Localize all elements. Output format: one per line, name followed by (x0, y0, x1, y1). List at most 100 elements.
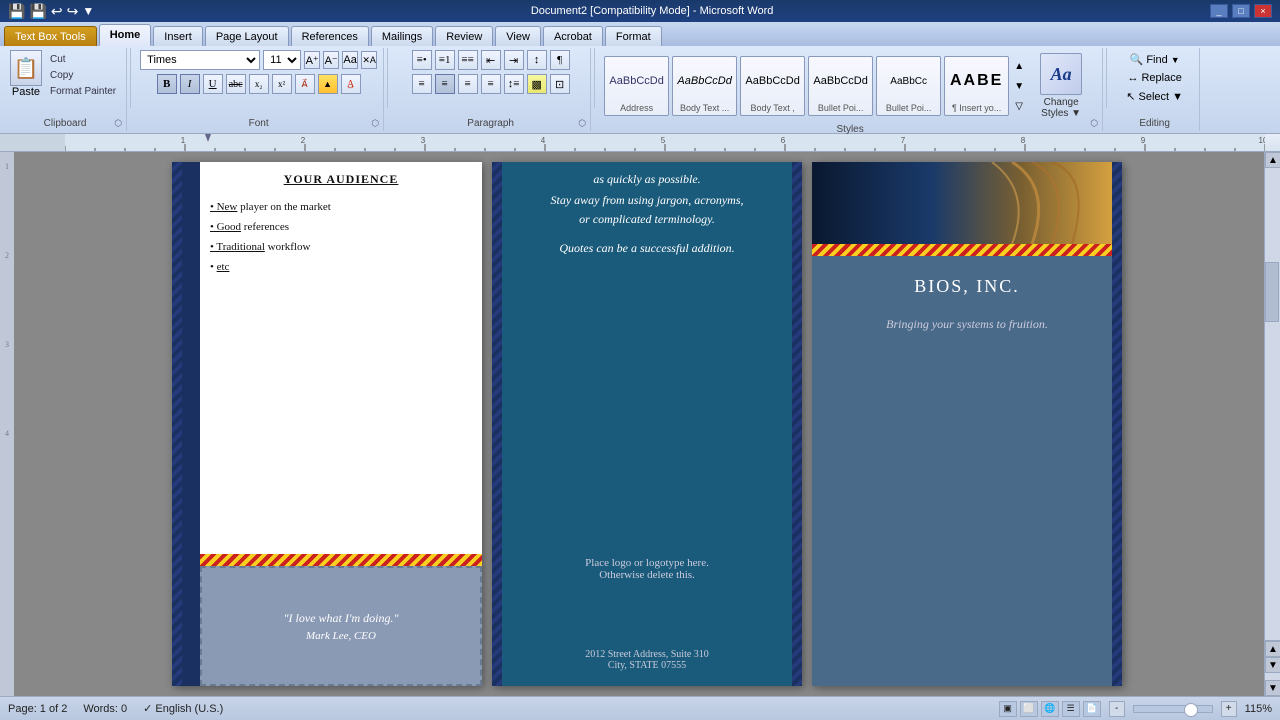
zoom-increase-btn[interactable]: + (1221, 701, 1237, 717)
ribbon: 📋 Paste Cut Copy Format Painter Clipboar… (0, 46, 1280, 134)
zoom-thumb[interactable] (1184, 703, 1198, 717)
prev-page-btn[interactable]: ▲ (1265, 641, 1280, 657)
italic-button[interactable]: I (180, 74, 200, 94)
multilevel-list-btn[interactable]: ≡≡ (458, 50, 478, 70)
sort-btn[interactable]: ↕ (527, 50, 547, 70)
tab-mailings[interactable]: Mailings (371, 26, 433, 46)
scroll-thumb[interactable] (1265, 262, 1279, 322)
tab-pagelayout[interactable]: Page Layout (205, 26, 289, 46)
bullets-btn[interactable]: ≡• (412, 50, 432, 70)
bullet4-etc: etc (217, 261, 230, 273)
bold-button[interactable]: B (157, 74, 177, 94)
zoom-decrease-btn[interactable]: - (1109, 701, 1125, 717)
next-page-btn[interactable]: ▼ (1265, 657, 1280, 673)
justify-btn[interactable]: ≡ (481, 74, 501, 94)
pages-container: YOUR AUDIENCE • New player on the market… (14, 152, 1280, 696)
tab-format[interactable]: Format (605, 26, 662, 46)
vertical-scrollbar[interactable]: ▲ ▲ ▼ ▼ (1264, 152, 1280, 696)
align-right-btn[interactable]: ≡ (458, 74, 478, 94)
styles-expand[interactable]: ⬡ (1088, 117, 1100, 129)
full-screen-btn[interactable]: ⬜ (1020, 701, 1038, 717)
svg-text:1: 1 (181, 136, 186, 145)
underline-button[interactable]: U (203, 74, 223, 94)
replace-button[interactable]: ↔ Replace (1122, 69, 1186, 87)
change-styles-button[interactable]: Aa ChangeStyles ▼ (1026, 50, 1096, 122)
font-name-select[interactable]: Times (140, 50, 260, 70)
page1-quote: "I love what I'm doing." (284, 611, 399, 626)
strikethrough-button[interactable]: abc (226, 74, 246, 94)
clear-format-btn[interactable]: ✕A (361, 51, 377, 69)
tab-textboxtools[interactable]: Text Box Tools (4, 26, 97, 46)
clipboard-expand[interactable]: ⬡ (112, 117, 124, 129)
font-expand[interactable]: ⬡ (369, 117, 381, 129)
scroll-track[interactable] (1265, 168, 1280, 640)
text-effects-btn[interactable]: A⃗ (295, 74, 315, 94)
numbering-btn[interactable]: ≡1 (435, 50, 455, 70)
format-painter-button[interactable]: Format Painter (46, 84, 120, 99)
paste-button[interactable]: 📋 Paste (10, 50, 42, 98)
tab-references[interactable]: References (291, 26, 369, 46)
align-left-btn[interactable]: ≡ (412, 74, 432, 94)
page1-quote-author: Mark Lee, CEO (306, 630, 376, 642)
outline-btn[interactable]: ☰ (1062, 701, 1080, 717)
borders-btn[interactable]: ⊡ (550, 74, 570, 94)
draft-btn[interactable]: 📄 (1083, 701, 1101, 717)
change-case-btn[interactable]: Aa (342, 51, 358, 69)
document-area: 1 2 3 4 YOUR AUDIENCE • New player on th… (0, 152, 1280, 696)
language-indicator[interactable]: ✓ English (U.S.) (143, 702, 223, 715)
print-layout-btn[interactable]: ▣ (999, 701, 1017, 717)
decrease-indent-btn[interactable]: ⇤ (481, 50, 501, 70)
show-hide-btn[interactable]: ¶ (550, 50, 570, 70)
title-bar: 💾 💾 ↩ ↪ ▼ Document2 [Compatibility Mode]… (0, 0, 1280, 22)
shading-btn[interactable]: ▩ (527, 74, 547, 94)
font-size-decrease[interactable]: A⁻ (323, 51, 339, 69)
tab-home[interactable]: Home (99, 24, 152, 46)
tab-view[interactable]: View (495, 26, 541, 46)
maximize-btn[interactable]: □ (1232, 4, 1250, 18)
style-address[interactable]: AaBbCcDd Address (604, 56, 669, 116)
zoom-slider[interactable] (1133, 705, 1213, 713)
font-size-select[interactable]: 11 (263, 50, 301, 70)
find-button[interactable]: 🔍 Find ▼ (1125, 50, 1185, 69)
styles-scroll[interactable]: ▲ ▼ ▽ (1012, 56, 1026, 116)
zoom-level[interactable]: 115% (1245, 703, 1272, 715)
style-bodytext1[interactable]: AaBbCcDd Body Text ... (672, 56, 737, 116)
subscript-button[interactable]: x₂ (249, 74, 269, 94)
style-bullet1[interactable]: AaBbCcDd Bullet Poi... (808, 56, 873, 116)
tab-review[interactable]: Review (435, 26, 493, 46)
style-bodytext2[interactable]: AaBbCcDd Body Text , (740, 56, 805, 116)
scroll-up-btn[interactable]: ▲ (1265, 152, 1280, 168)
page3-image (812, 162, 1112, 244)
style-bullet2[interactable]: AaBbCc Bullet Poi... (876, 56, 941, 116)
bullet2-text: • Good (210, 221, 241, 233)
cut-button[interactable]: Cut (46, 52, 120, 67)
style-insert[interactable]: AABE ¶ Insert yo... (944, 56, 1009, 116)
tab-acrobat[interactable]: Acrobat (543, 26, 603, 46)
page-1: YOUR AUDIENCE • New player on the market… (172, 162, 482, 686)
font-color-btn[interactable]: A̲ (341, 74, 361, 94)
align-center-btn[interactable]: ≡ (435, 74, 455, 94)
scroll-bottom-buttons[interactable]: ▲ ▼ (1265, 640, 1280, 680)
page1-quote-box[interactable]: "I love what I'm doing." Mark Lee, CEO (200, 566, 482, 686)
paragraph-expand[interactable]: ⬡ (576, 117, 588, 129)
web-layout-btn[interactable]: 🌐 (1041, 701, 1059, 717)
copy-button[interactable]: Copy (46, 68, 120, 83)
highlight-btn[interactable]: ▲ (318, 74, 338, 94)
ruler-area[interactable]: 1 2 3 4 5 (65, 134, 1280, 151)
paragraph-label: Paragraph (467, 116, 514, 129)
select-label: Select ▼ (1138, 91, 1183, 103)
page1-bullet-2: • Good references (210, 221, 472, 233)
font-size-increase[interactable]: A⁺ (304, 51, 320, 69)
superscript-button[interactable]: x² (272, 74, 292, 94)
minimize-btn[interactable]: _ (1210, 4, 1228, 18)
increase-indent-btn[interactable]: ⇥ (504, 50, 524, 70)
tab-insert[interactable]: Insert (153, 26, 203, 46)
styles-group: AaBbCcDd Address AaBbCcDd Body Text ... … (598, 48, 1103, 131)
scroll-down-btn[interactable]: ▼ (1265, 680, 1280, 696)
line-spacing-btn[interactable]: ↕≡ (504, 74, 524, 94)
page2-logo-area[interactable]: Place logo or logotype here. Otherwise d… (502, 557, 792, 581)
select-button[interactable]: ↖ Select ▼ (1121, 87, 1188, 106)
page1-bullet-1: • New player on the market (210, 201, 472, 213)
page1-left-bar (172, 162, 200, 686)
close-btn[interactable]: × (1254, 4, 1272, 18)
